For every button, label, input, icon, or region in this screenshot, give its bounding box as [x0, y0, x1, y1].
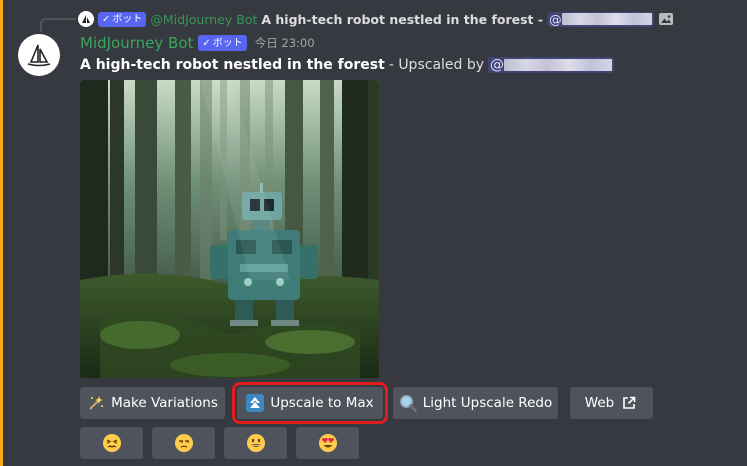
unamused-reaction-button[interactable]	[152, 427, 215, 459]
upscale-to-max-button[interactable]: Upscale to Max	[232, 382, 388, 424]
redacted-username	[561, 13, 652, 25]
forest-robot-artwork	[80, 80, 379, 378]
redacted-username	[504, 59, 613, 71]
light-upscale-redo-label: Light Upscale Redo	[422, 395, 553, 411]
heart-eyes-emoji	[318, 434, 337, 452]
check-icon: ✓	[202, 37, 211, 49]
confounded-reaction-button[interactable]	[80, 427, 143, 459]
image-icon[interactable]	[658, 11, 674, 27]
light-upscale-redo-button[interactable]: Light Upscale Redo	[393, 387, 558, 419]
reply-avatar[interactable]	[78, 11, 94, 27]
make-variations-button[interactable]: Make Variations	[80, 387, 225, 419]
user-mention[interactable]: @	[488, 57, 615, 73]
reply-reference[interactable]: ✓ ボット @MidJourney Bot A high-tech robot …	[42, 8, 742, 30]
magic-wand-icon	[87, 394, 105, 412]
reply-mention[interactable]: @	[547, 11, 654, 27]
heart-eyes-reaction-button[interactable]	[296, 427, 359, 459]
message-timestamp: 今日 23:00	[254, 36, 315, 50]
reply-bot-badge: ✓ ボット	[98, 11, 147, 27]
grinning-reaction-button[interactable]	[224, 427, 287, 459]
generated-image[interactable]	[80, 80, 379, 378]
magnifier-icon	[399, 394, 417, 412]
message-header: MidJourney Bot ✓ ボット 今日 23:00	[80, 34, 315, 52]
external-link-icon	[620, 394, 638, 412]
confounded-face-emoji	[102, 434, 121, 452]
message-content: A high-tech robot nestled in the forest …	[80, 57, 615, 73]
bot-author-name[interactable]: MidJourney Bot	[80, 34, 193, 52]
upscale-to-max-label: Upscale to Max	[270, 395, 374, 411]
sailboat-icon	[27, 44, 51, 67]
bot-avatar[interactable]	[18, 34, 60, 76]
reply-text[interactable]: A high-tech robot nestled in the forest …	[261, 12, 543, 27]
grinning-face-emoji	[246, 434, 265, 452]
web-link-button[interactable]: Web	[570, 387, 653, 419]
check-icon: ✓	[102, 13, 111, 25]
unamused-face-emoji	[174, 434, 193, 452]
highlight-accent-bar	[0, 0, 3, 466]
reply-author[interactable]: @MidJourney Bot	[150, 12, 257, 27]
web-label: Web	[584, 395, 615, 411]
upscaled-by-text: - Upscaled by	[388, 57, 485, 73]
make-variations-label: Make Variations	[111, 395, 218, 411]
prompt-text: A high-tech robot nestled in the forest	[80, 57, 385, 73]
bot-badge: ✓ ボット	[198, 35, 247, 51]
upscale-arrow-icon	[246, 394, 265, 412]
